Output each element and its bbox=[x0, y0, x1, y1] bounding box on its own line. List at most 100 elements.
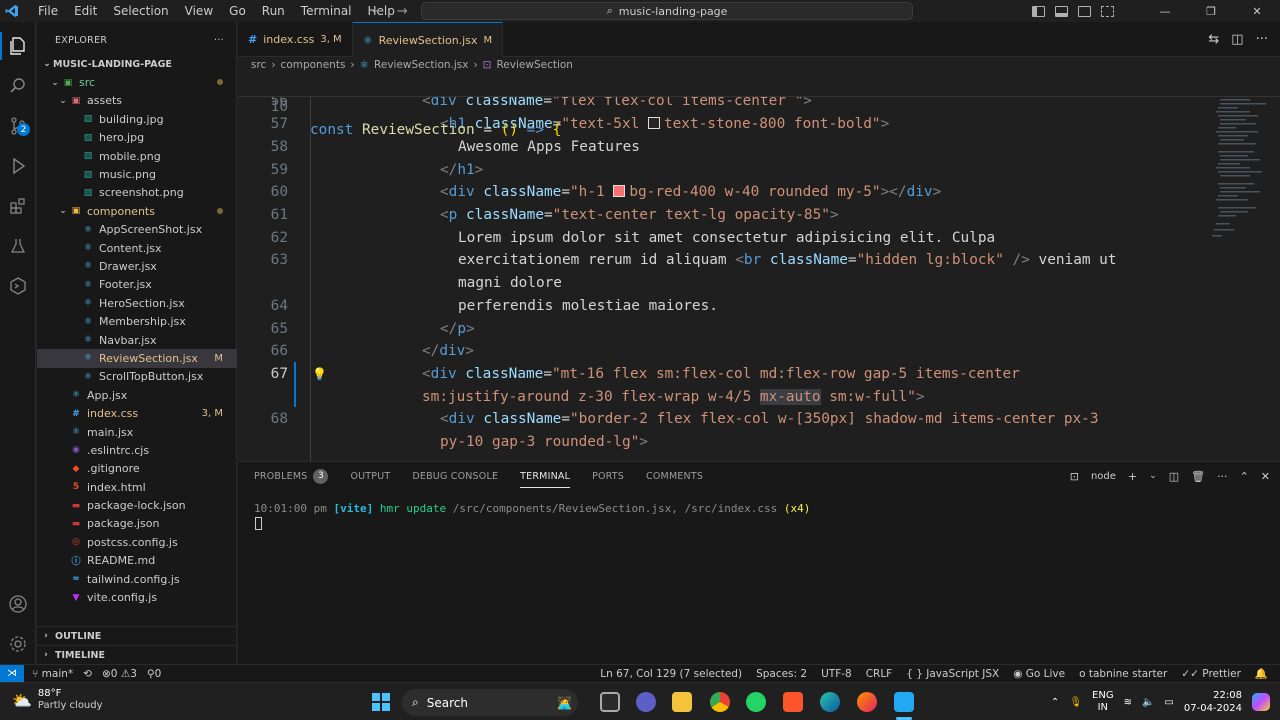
testing-icon[interactable] bbox=[0, 228, 36, 264]
maximize-panel-icon[interactable]: ⌃ bbox=[1240, 470, 1249, 483]
breadcrumb-symbol[interactable]: ReviewSection bbox=[496, 59, 572, 71]
command-center-search[interactable]: ⌕ music-landing-page bbox=[421, 2, 913, 20]
file-scrolltopbutton-jsx[interactable]: ⚛ ScrollTopButton.jsx bbox=[37, 368, 237, 386]
language-mode[interactable]: { } JavaScript JSX bbox=[906, 668, 999, 680]
chevron-up-icon[interactable]: ⌃ bbox=[1051, 697, 1059, 708]
more-actions-icon[interactable]: ··· bbox=[1256, 32, 1268, 47]
back-arrow-icon[interactable]: ← bbox=[372, 4, 383, 19]
file-membership-jsx[interactable]: ⚛ Membership.jsx bbox=[37, 312, 237, 330]
notifications-bell-icon[interactable]: 🔔 bbox=[1255, 667, 1268, 680]
firefox-icon[interactable] bbox=[857, 692, 877, 712]
file-appscreenshot-jsx[interactable]: ⚛ AppScreenShot.jsx bbox=[37, 221, 237, 239]
file-tailwind-config[interactable]: ≈ tailwind.config.js bbox=[37, 570, 237, 588]
taskbar-search[interactable]: ⌕ Search 🧑‍💻 bbox=[402, 689, 578, 716]
file-eslintrc[interactable]: ◉ .eslintrc.cjs bbox=[37, 441, 237, 459]
toggle-secondary-sidebar-icon[interactable] bbox=[1078, 5, 1091, 17]
vscode-taskbar-icon[interactable] bbox=[894, 692, 914, 712]
remote-explorer-icon[interactable] bbox=[0, 268, 36, 304]
close-panel-icon[interactable]: ✕ bbox=[1261, 470, 1270, 483]
file-main-jsx[interactable]: ⚛ main.jsx bbox=[37, 423, 237, 441]
color-swatch-stone-800[interactable] bbox=[647, 117, 660, 129]
more-actions-icon[interactable]: ··· bbox=[1217, 470, 1228, 483]
task-view-icon[interactable] bbox=[600, 692, 620, 712]
tab-ports[interactable]: PORTS bbox=[592, 462, 624, 490]
battery-icon[interactable]: ▭ bbox=[1164, 697, 1173, 708]
problems-status[interactable]: ⊗0 ⚠3 bbox=[102, 668, 137, 680]
sync-icon[interactable]: ⟲ bbox=[83, 668, 92, 680]
explorer-icon[interactable] bbox=[0, 28, 36, 64]
whatsapp-icon[interactable] bbox=[746, 692, 766, 712]
file-music-png[interactable]: ▨ music.png bbox=[37, 165, 237, 183]
chrome-icon[interactable] bbox=[710, 692, 730, 712]
account-icon[interactable] bbox=[0, 586, 36, 622]
tab-debug-console[interactable]: DEBUG CONSOLE bbox=[412, 462, 498, 490]
split-terminal-icon[interactable]: ◫ bbox=[1169, 470, 1179, 483]
encoding[interactable]: UTF-8 bbox=[821, 668, 852, 680]
ports-status[interactable]: ⚲0 bbox=[147, 668, 161, 680]
folder-assets[interactable]: ⌄ ▣ assets bbox=[37, 92, 237, 110]
weather-widget[interactable]: ⛅ 88°F Partly cloudy bbox=[12, 688, 103, 712]
file-index-html[interactable]: 5 index.html bbox=[37, 478, 237, 496]
source-control-icon[interactable]: 2 bbox=[0, 108, 36, 144]
tab-index-css[interactable]: # index.css 3, M bbox=[238, 22, 353, 57]
trash-icon[interactable]: 🗑 bbox=[1191, 470, 1205, 483]
tree-root[interactable]: ⌄ MUSIC-LANDING-PAGE bbox=[37, 55, 237, 73]
indentation[interactable]: Spaces: 2 bbox=[756, 668, 807, 680]
timeline-section[interactable]: › TIMELINE bbox=[37, 645, 237, 664]
file-herosection-jsx[interactable]: ⚛ HeroSection.jsx bbox=[37, 294, 237, 312]
chevron-down-icon[interactable]: ⌄ bbox=[1149, 471, 1157, 481]
folder-src[interactable]: ⌄ ▣ src bbox=[37, 73, 237, 91]
file-vite-config[interactable]: ▼ vite.config.js bbox=[37, 588, 237, 606]
split-editor-icon[interactable]: ◫ bbox=[1231, 32, 1243, 47]
tab-reviewsection-jsx[interactable]: ⚛ ReviewSection.jsx M bbox=[352, 22, 504, 57]
tabnine[interactable]: o tabnine starter bbox=[1079, 668, 1167, 680]
file-footer-jsx[interactable]: ⚛ Footer.jsx bbox=[37, 276, 237, 294]
file-content-jsx[interactable]: ⚛ Content.jsx bbox=[37, 239, 237, 257]
copilot-icon[interactable] bbox=[1252, 693, 1270, 711]
terminal-name[interactable]: node bbox=[1091, 471, 1116, 482]
brave-icon[interactable] bbox=[783, 692, 803, 712]
file-app-jsx[interactable]: ⚛ App.jsx bbox=[37, 386, 237, 404]
customize-layout-icon[interactable] bbox=[1101, 5, 1114, 17]
search-icon[interactable] bbox=[0, 68, 36, 104]
code-editor[interactable]: 10 const ReviewSection = () => { 56 <div … bbox=[238, 73, 1280, 461]
menu-view[interactable]: View bbox=[177, 0, 221, 22]
maximize-icon[interactable]: ❐ bbox=[1188, 5, 1234, 18]
go-live[interactable]: ◉ Go Live bbox=[1013, 668, 1065, 680]
prettier[interactable]: ✓✓ Prettier bbox=[1181, 668, 1241, 680]
menu-file[interactable]: File bbox=[30, 0, 66, 22]
language-indicator[interactable]: ENG IN bbox=[1092, 690, 1114, 714]
menu-selection[interactable]: Selection bbox=[105, 0, 176, 22]
file-hero-jpg[interactable]: ▨ hero.jpg bbox=[37, 129, 237, 147]
tab-problems[interactable]: PROBLEMS 3 bbox=[254, 462, 329, 490]
file-navbar-jsx[interactable]: ⚛ Navbar.jsx bbox=[37, 331, 237, 349]
teams-chat-icon[interactable] bbox=[636, 692, 656, 712]
compare-changes-icon[interactable]: ⇆ bbox=[1208, 32, 1219, 47]
tab-comments[interactable]: COMMENTS bbox=[646, 462, 703, 490]
git-branch[interactable]: ⑂ main* bbox=[32, 668, 73, 680]
file-package-lock-json[interactable]: ▬ package-lock.json bbox=[37, 496, 237, 514]
file-index-css[interactable]: # index.css 3, M bbox=[37, 404, 237, 422]
outline-section[interactable]: › OUTLINE bbox=[37, 626, 237, 645]
file-package-json[interactable]: ▬ package.json bbox=[37, 515, 237, 533]
sticky-scroll-line[interactable]: 10 const ReviewSection = () => { bbox=[238, 73, 1280, 138]
file-screenshot-png[interactable]: ▨ screenshot.png bbox=[37, 184, 237, 202]
menu-go[interactable]: Go bbox=[221, 0, 254, 22]
breadcrumb-components[interactable]: components bbox=[281, 59, 346, 71]
tab-output[interactable]: OUTPUT bbox=[350, 462, 390, 490]
run-debug-icon[interactable] bbox=[0, 148, 36, 184]
breadcrumb-file[interactable]: ReviewSection.jsx bbox=[374, 59, 468, 71]
menu-run[interactable]: Run bbox=[254, 0, 293, 22]
cursor-position[interactable]: Ln 67, Col 129 (7 selected) bbox=[600, 668, 742, 680]
lightbulb-icon[interactable]: 💡 bbox=[312, 363, 327, 386]
file-readme[interactable]: ⓘ README.md bbox=[37, 552, 237, 570]
file-building-jpg[interactable]: ▨ building.jpg bbox=[37, 110, 237, 128]
minimize-icon[interactable]: — bbox=[1142, 5, 1188, 18]
remote-indicator-icon[interactable]: ⋊ bbox=[0, 664, 24, 683]
settings-gear-icon[interactable] bbox=[0, 626, 36, 662]
toggle-sidebar-icon[interactable] bbox=[1032, 5, 1045, 17]
file-drawer-jsx[interactable]: ⚛ Drawer.jsx bbox=[37, 257, 237, 275]
minimap[interactable] bbox=[1208, 73, 1268, 243]
end-of-line[interactable]: CRLF bbox=[866, 668, 893, 680]
speaker-icon[interactable]: 🔈 bbox=[1142, 697, 1154, 708]
